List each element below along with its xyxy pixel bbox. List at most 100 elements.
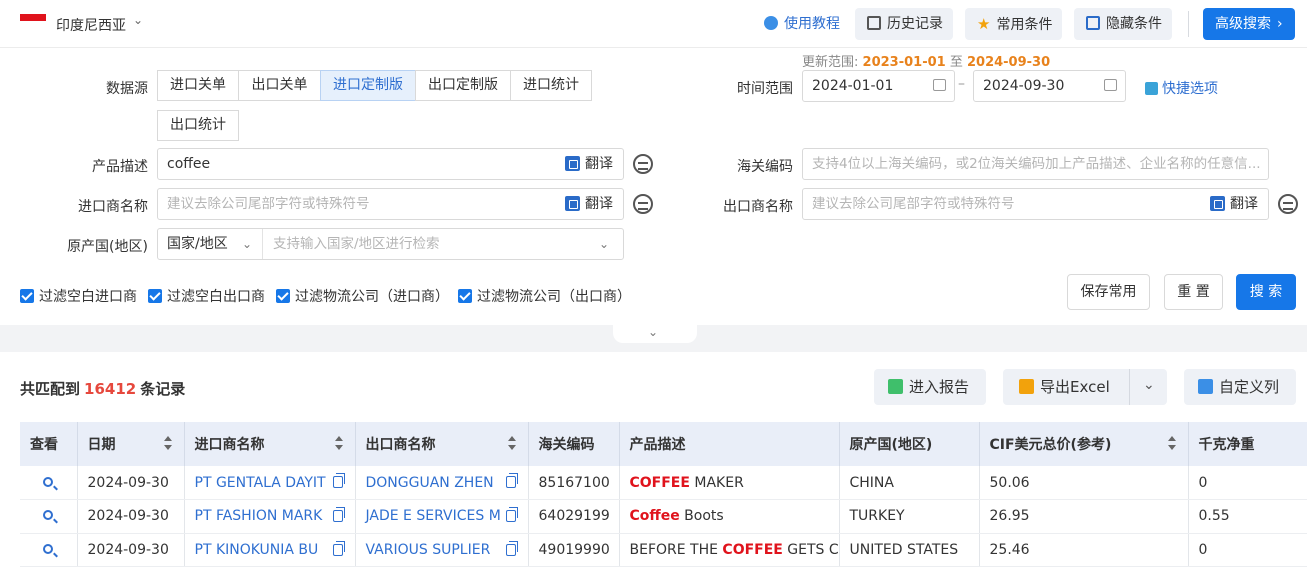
tab-export-stats[interactable]: 出口统计 (157, 110, 239, 141)
origin-type-select[interactable]: 国家/地区 ⌄ (158, 229, 263, 259)
quick-options-icon (1145, 82, 1158, 95)
advanced-search-button[interactable]: 高级搜索 › (1203, 8, 1295, 40)
reset-button[interactable]: 重 置 (1164, 274, 1223, 310)
collapse-icon (1086, 16, 1100, 30)
chevron-down-icon[interactable]: ⌄ (133, 13, 143, 27)
options-icon[interactable] (633, 154, 653, 174)
tab-export-custom[interactable]: 出口定制版 (415, 70, 511, 101)
search-icon (43, 476, 54, 487)
filter-blank-importer[interactable]: 过滤空白进口商 (20, 286, 137, 306)
custom-columns-button[interactable]: 自定义列 (1184, 369, 1296, 405)
view-cell[interactable] (20, 533, 78, 567)
hs-code-input[interactable]: 支持4位以上海关编码，或2位海关编码加上产品描述、企业名称的任意信... (802, 148, 1269, 180)
origin-label: 原产国(地区) (67, 239, 148, 255)
exporter-cell[interactable]: JADE E SERVICES M (355, 499, 529, 534)
options-icon[interactable] (633, 194, 653, 214)
view-cell[interactable] (20, 466, 78, 500)
copy-icon[interactable] (505, 507, 518, 522)
col-origin: 原产国(地区) (839, 422, 980, 466)
filter-blank-exporter[interactable]: 过滤空白出口商 (148, 286, 265, 306)
date-from-input[interactable]: 2024-01-01 (802, 70, 955, 102)
origin-cell: CHINA (839, 466, 980, 500)
col-exporter[interactable]: 出口商名称 (355, 422, 529, 466)
search-icon (43, 543, 54, 554)
filter-logistics-importer[interactable]: 过滤物流公司（进口商） (276, 286, 449, 306)
exporter-cell[interactable]: VARIOUS SUPLIER (355, 533, 529, 567)
col-cif[interactable]: CIF美元总价(参考) (979, 422, 1189, 466)
hs-cell: 64029199 (528, 499, 620, 534)
importer-cell[interactable]: PT GENTALA DAYIT (184, 466, 356, 500)
chevron-down-icon[interactable]: ⌄ (599, 229, 609, 259)
sort-icon (334, 436, 343, 452)
table-row: 2024-09-30 PT FASHION MARK JADE E SERVIC… (20, 499, 1307, 534)
tutorial-button[interactable]: 使用教程 (752, 8, 850, 40)
common-conditions-button[interactable]: ★ 常用条件 (965, 8, 1063, 40)
date-to-input[interactable]: 2024-09-30 (973, 70, 1126, 102)
translate-button[interactable]: 翻译 (565, 189, 613, 219)
exporter-cell[interactable]: DONGGUAN ZHEN (355, 466, 529, 500)
checkbox-checked-icon (148, 289, 162, 303)
calendar-icon (1104, 79, 1117, 91)
tab-import-bill[interactable]: 进口关单 (157, 70, 239, 101)
importer-cell[interactable]: PT FASHION MARK (184, 499, 356, 534)
copy-icon[interactable] (505, 540, 518, 556)
date-cell: 2024-09-30 (77, 499, 185, 534)
divider (1129, 369, 1130, 405)
hs-code-label: 海关编码 (737, 159, 793, 175)
cif-cell: 25.46 (979, 533, 1189, 567)
save-common-button[interactable]: 保存常用 (1067, 274, 1150, 310)
chevron-right-icon: › (1277, 16, 1283, 32)
tutorial-icon (764, 16, 778, 30)
exporter-input[interactable]: 建议去除公司尾部字符或特殊符号 翻译 (802, 188, 1269, 220)
chevron-down-icon[interactable]: ⌄ (1143, 367, 1155, 403)
translate-icon (565, 196, 580, 211)
translate-button[interactable]: 翻译 (1210, 189, 1258, 219)
col-importer[interactable]: 进口商名称 (184, 422, 356, 466)
origin-input-group: 国家/地区 ⌄ 支持输入国家/地区进行检索 ⌄ (157, 228, 624, 260)
tab-import-custom[interactable]: 进口定制版 (320, 70, 416, 101)
hide-conditions-button[interactable]: 隐藏条件 (1074, 8, 1172, 40)
document-icon (867, 16, 881, 30)
search-button[interactable]: 搜 索 (1236, 274, 1296, 310)
weight-cell: 0 (1188, 533, 1307, 567)
cif-cell: 50.06 (979, 466, 1189, 500)
copy-icon[interactable] (332, 473, 345, 488)
top-bar: 印度尼西亚 ⌄ 使用教程 历史记录 ★ 常用条件 隐藏条件 高级搜索 › (0, 0, 1307, 48)
importer-cell[interactable]: PT KINOKUNIA BU (184, 533, 356, 567)
date-separator: – (958, 76, 965, 92)
col-net-weight: 千克净重 (1188, 422, 1307, 466)
importer-input[interactable]: 建议去除公司尾部字符或特殊符号 翻译 (157, 188, 624, 220)
sort-icon (1167, 436, 1176, 452)
chevron-down-icon[interactable]: ⌄ (648, 325, 658, 339)
enter-report-button[interactable]: 进入报告 (874, 369, 986, 405)
quick-options-link[interactable]: 快捷选项 (1145, 78, 1218, 98)
sort-icon (163, 436, 172, 452)
history-button[interactable]: 历史记录 (855, 8, 953, 40)
col-hs-code: 海关编码 (528, 422, 620, 466)
calendar-icon (933, 79, 946, 91)
copy-icon[interactable] (332, 507, 345, 522)
date-cell: 2024-09-30 (77, 533, 185, 567)
filter-logistics-exporter[interactable]: 过滤物流公司（出口商） (458, 286, 631, 306)
origin-search-input[interactable]: 支持输入国家/地区进行检索 (273, 229, 440, 259)
checkbox-checked-icon (20, 289, 34, 303)
view-cell[interactable] (20, 499, 78, 534)
results-table: 查看 日期 进口商名称 出口商名称 海关编码 产品描述 原产国(地区) CIF美… (20, 422, 1307, 567)
hs-cell: 49019990 (528, 533, 620, 567)
star-icon: ★ (977, 15, 991, 33)
tab-import-stats[interactable]: 进口统计 (510, 70, 592, 101)
origin-cell: TURKEY (839, 499, 980, 534)
importer-label: 进口商名称 (78, 199, 148, 215)
product-input[interactable]: coffee 翻译 (157, 148, 624, 180)
country-selector[interactable]: 印度尼西亚 (56, 15, 126, 35)
options-icon[interactable] (1278, 194, 1298, 214)
excel-icon (1019, 379, 1034, 394)
copy-icon[interactable] (332, 540, 345, 556)
col-date[interactable]: 日期 (77, 422, 185, 466)
translate-button[interactable]: 翻译 (565, 149, 613, 179)
datasource-label: 数据源 (106, 81, 148, 97)
col-view: 查看 (20, 422, 78, 466)
tab-export-bill[interactable]: 出口关单 (238, 70, 321, 101)
copy-icon[interactable] (505, 473, 518, 488)
export-excel-button[interactable]: 导出Excel ⌄ (1003, 369, 1167, 405)
